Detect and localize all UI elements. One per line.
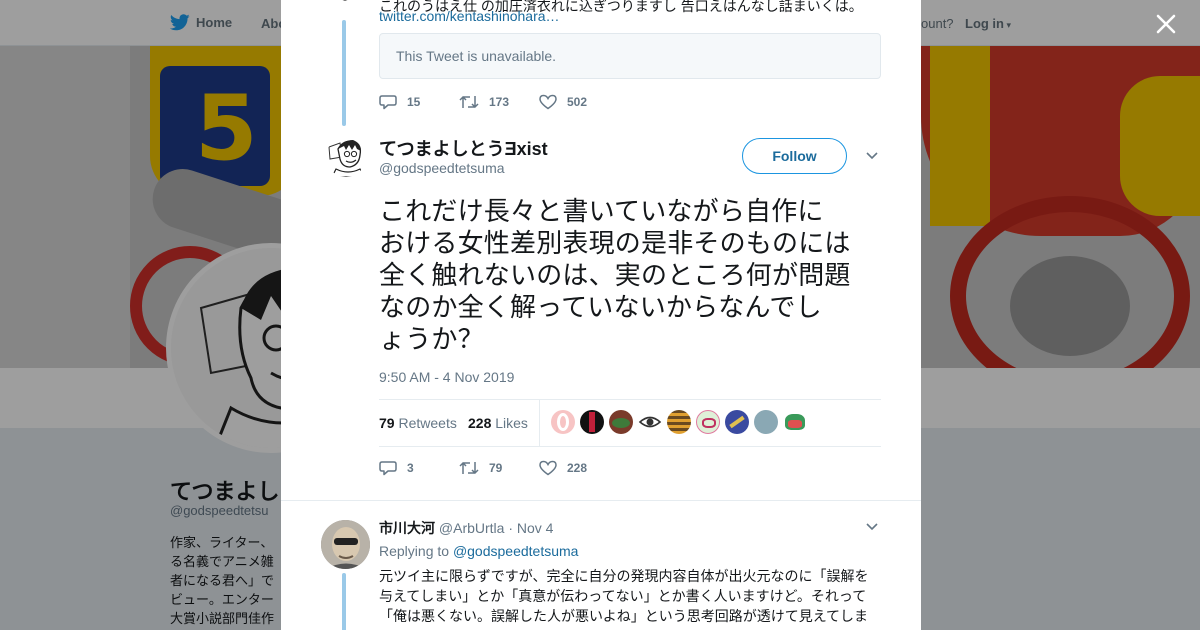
reply-text-line: 元ツイ主に限らずですが、完全に自分の発現内容自体が出火元なのに「誤解を xyxy=(379,568,869,584)
reply-separator xyxy=(281,500,921,501)
reply-button[interactable]: 15 xyxy=(379,94,459,110)
reply-count: 3 xyxy=(407,461,414,475)
reply-display-name[interactable]: 市川大河 xyxy=(379,520,435,536)
reply-icon xyxy=(379,461,397,476)
heart-icon xyxy=(539,94,557,110)
liker-avatars xyxy=(551,410,807,434)
retweets-stat-count: 79 xyxy=(379,415,395,431)
like-button[interactable]: 228 xyxy=(539,460,619,476)
tweet-text-line: おける女性差別表現の是非そのものには xyxy=(379,229,851,259)
liker-avatar[interactable] xyxy=(638,410,662,434)
follow-button[interactable]: Follow xyxy=(742,138,847,174)
liker-avatar[interactable] xyxy=(754,410,778,434)
tweet-timestamp[interactable]: 9:50 AM - 4 Nov 2019 xyxy=(379,369,514,385)
reply-text-line: 与えてしまい」とか「真意が伝わってない」とか書く人いますけど。それって xyxy=(379,588,867,604)
chevron-down-icon[interactable] xyxy=(865,151,879,161)
reply-icon xyxy=(379,95,397,110)
retweet-count: 173 xyxy=(489,95,510,109)
reply-avatar[interactable] xyxy=(321,520,370,569)
likes-stat-label: Likes xyxy=(495,415,528,431)
liker-avatar[interactable] xyxy=(725,410,749,434)
prev-tweet-link[interactable]: twitter.com/kentashinohara… xyxy=(379,8,560,24)
retweet-count: 79 xyxy=(489,461,503,475)
thread-connector-line xyxy=(342,573,346,630)
replying-to-label: Replying to xyxy=(379,543,450,559)
liker-avatar[interactable] xyxy=(667,410,691,434)
quoted-tweet-unavailable: This Tweet is unavailable. xyxy=(379,33,881,79)
main-tweet-actions: 3 79 228 xyxy=(379,460,619,476)
liker-avatar[interactable] xyxy=(696,410,720,434)
main-tweet-handle[interactable]: @godspeedtetsuma xyxy=(379,160,505,176)
reply-header: 市川大河 @ArbUrtla · Nov 4 xyxy=(379,518,553,538)
retweet-button[interactable]: 79 xyxy=(459,460,539,476)
tweet-text-line: ょうか？ xyxy=(379,325,484,355)
reply-handle[interactable]: @ArbUrtla xyxy=(439,520,505,536)
close-icon[interactable] xyxy=(1152,10,1180,38)
replying-to-handle[interactable]: @godspeedtetsuma xyxy=(453,543,579,559)
stats-divider xyxy=(539,400,540,446)
like-count: 228 xyxy=(567,461,588,475)
heart-icon xyxy=(539,460,557,476)
liker-avatar[interactable] xyxy=(551,410,575,434)
retweet-button[interactable]: 173 xyxy=(459,94,539,110)
main-tweet-text: これだけ長々と書いていながら自作に おける女性差別表現の是非そのものには 全く触… xyxy=(379,196,887,356)
like-button[interactable]: 502 xyxy=(539,94,619,110)
chevron-down-icon[interactable] xyxy=(865,522,879,532)
reply-button[interactable]: 3 xyxy=(379,460,459,476)
like-count: 502 xyxy=(567,95,588,109)
liker-avatar[interactable] xyxy=(783,410,807,434)
liker-avatar[interactable] xyxy=(580,410,604,434)
reply-text-line: 「俺は悪くない。誤解した人が悪いよね」という思考回路が透けて見えてしま xyxy=(379,608,869,624)
reply-text: 元ツイ主に限らずですが、完全に自分の発現内容自体が出火元なのに「誤解を 与えてし… xyxy=(379,566,879,626)
replying-to: Replying to @godspeedtetsuma xyxy=(379,543,578,559)
main-tweet-display-name[interactable]: てつまよしとうƎxist xyxy=(379,135,548,161)
likes-stat[interactable]: 228 Likes xyxy=(468,415,528,431)
reply-date[interactable]: · Nov 4 xyxy=(508,520,553,536)
tweet-text-line: これだけ長々と書いていながら自作に xyxy=(379,197,824,227)
tweet-text-line: なのか全く解っていないからなんでし xyxy=(379,293,822,323)
thread-connector-line xyxy=(342,20,346,126)
retweets-stat-label: Retweets xyxy=(398,415,457,431)
likes-stat-count: 228 xyxy=(468,415,492,431)
tweet-stats-bar: 79 Retweets 228 Likes xyxy=(379,399,881,447)
reply-count: 15 xyxy=(407,95,421,109)
retweets-stat[interactable]: 79 Retweets xyxy=(379,415,457,431)
liker-avatar[interactable] xyxy=(609,410,633,434)
tweet-text-line: 全く触れないのは、実のところ何が問題 xyxy=(379,261,851,291)
retweet-icon xyxy=(459,95,479,109)
prev-tweet-actions: 15 173 502 xyxy=(379,94,619,110)
retweet-icon xyxy=(459,461,479,475)
main-tweet-avatar[interactable] xyxy=(326,137,366,177)
